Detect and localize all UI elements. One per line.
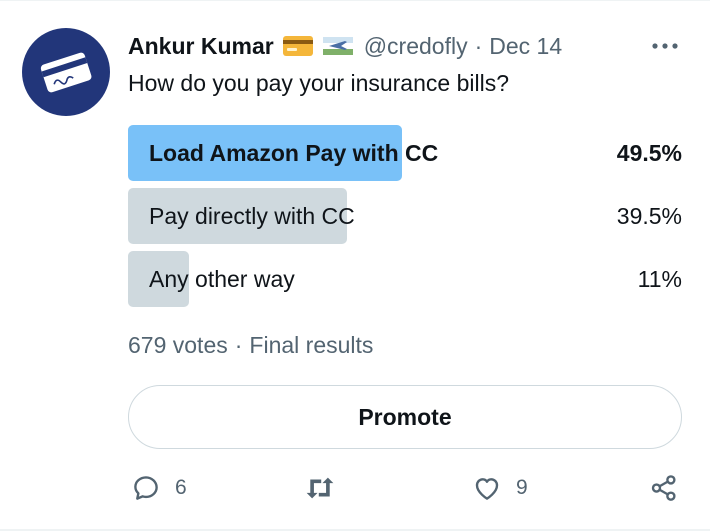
- tweet-text: How do you pay your insurance bills?: [128, 70, 509, 96]
- credit-card-emoji-icon: [282, 34, 314, 58]
- poll-option-percent: 11%: [637, 266, 682, 292]
- poll-meta-separator: ·: [234, 332, 243, 358]
- poll-option: Any other way 11%: [128, 251, 682, 307]
- header-separator: ·: [474, 32, 483, 59]
- poll-option: Pay directly with CC 39.5%: [128, 188, 682, 244]
- like-count: 9: [516, 476, 528, 499]
- poll-option-percent: 39.5%: [616, 203, 682, 229]
- poll-option-percent: 49.5%: [616, 140, 682, 166]
- more-icon: [652, 43, 678, 49]
- reply-count: 6: [175, 476, 187, 499]
- tweet-header: Ankur Kumar @credofly · Dec 14: [128, 31, 562, 61]
- credit-card-logo-icon: [40, 52, 92, 93]
- poll-option-label: Pay directly with CC: [149, 203, 355, 229]
- promote-button[interactable]: Promote: [128, 385, 682, 449]
- poll-option-label: Any other way: [149, 266, 295, 292]
- reply-icon: [134, 476, 158, 500]
- top-divider: [0, 0, 710, 1]
- retweet-button[interactable]: [303, 473, 337, 503]
- airplane-flag-emoji-icon: [322, 34, 354, 58]
- poll-option-label: Load Amazon Pay with CC: [149, 140, 439, 166]
- poll-status: Final results: [249, 332, 374, 358]
- poll-option: Load Amazon Pay with CC 49.5%: [128, 125, 682, 181]
- heart-icon: [475, 478, 499, 500]
- poll-votes: 679 votes: [128, 332, 228, 358]
- reply-button[interactable]: 6: [131, 473, 187, 503]
- more-options-button[interactable]: [648, 34, 682, 58]
- avatar[interactable]: [22, 28, 110, 116]
- retweet-icon: [306, 477, 334, 499]
- share-button[interactable]: [649, 473, 679, 503]
- like-button[interactable]: 9: [472, 473, 528, 503]
- tweet-date[interactable]: Dec 14: [489, 33, 562, 60]
- poll-meta: 679 votes · Final results: [128, 332, 373, 359]
- author-name[interactable]: Ankur Kumar: [128, 33, 274, 60]
- author-handle[interactable]: @credofly: [364, 33, 468, 60]
- share-icon: [651, 475, 676, 501]
